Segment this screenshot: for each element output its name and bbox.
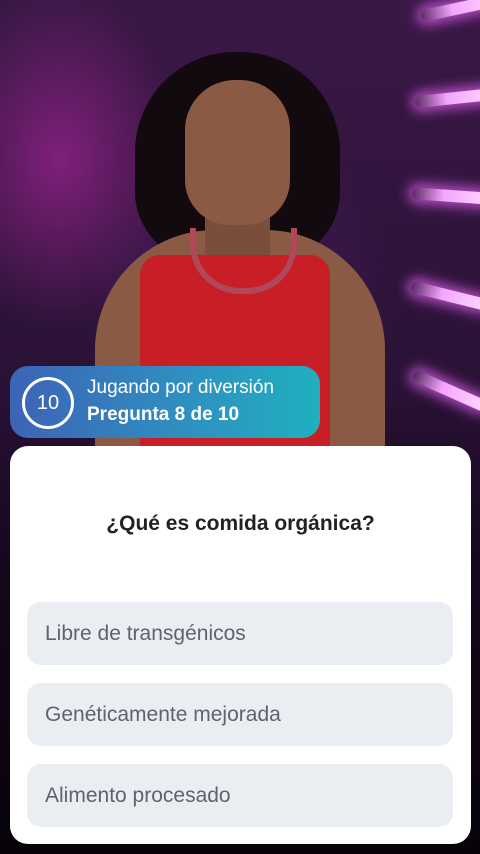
neon-light <box>409 280 480 312</box>
neon-light <box>411 187 480 205</box>
neon-light <box>414 87 480 109</box>
question-text: ¿Qué es comida orgánica? <box>106 512 375 535</box>
timer-progress-ring <box>22 377 74 429</box>
neon-light <box>419 0 480 23</box>
answer-option-2[interactable]: Genéticamente mejorada <box>27 683 453 746</box>
question-progress-label: Pregunta 8 de 10 <box>87 404 240 425</box>
game-status-badge: 10 Jugando por diversión Pregunta 8 de 1… <box>10 366 320 438</box>
timer-icon: 10 <box>22 377 74 429</box>
neon-light <box>411 369 480 413</box>
game-mode-label: Jugando por diversión <box>87 377 274 398</box>
presenter-face <box>185 80 290 225</box>
question-card: ¿Qué es comida orgánica? Libre de transg… <box>10 446 471 844</box>
answer-option-1[interactable]: Libre de transgénicos <box>27 602 453 665</box>
answer-option-3[interactable]: Alimento procesado <box>27 764 453 827</box>
